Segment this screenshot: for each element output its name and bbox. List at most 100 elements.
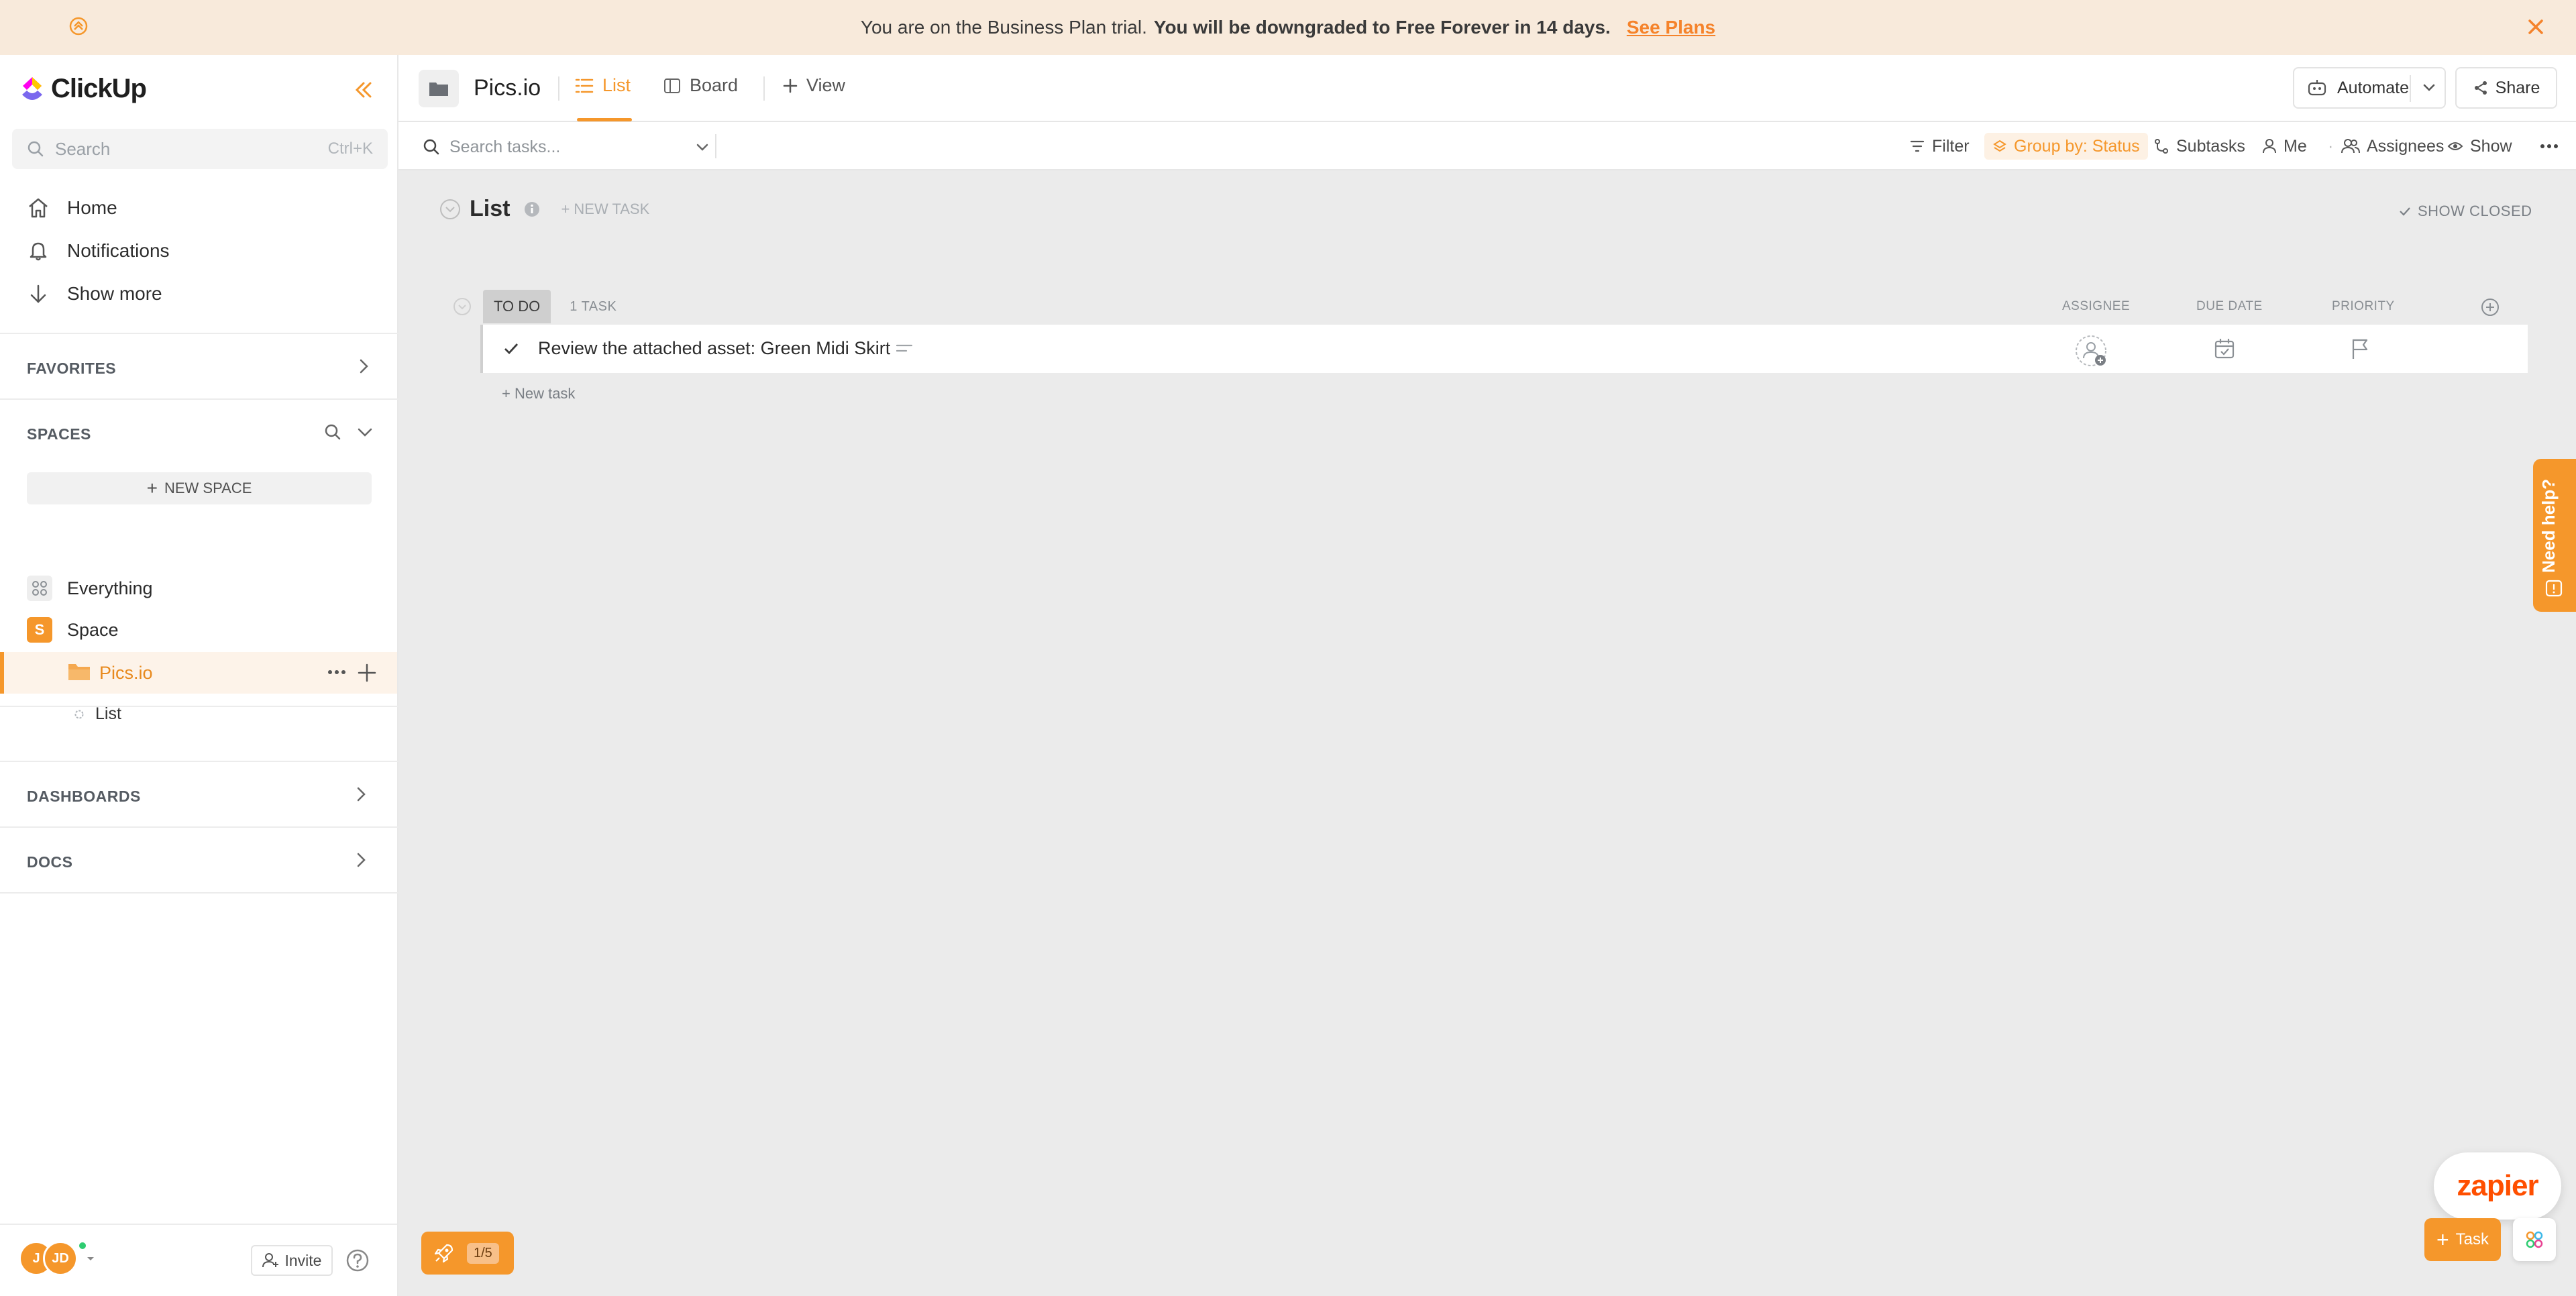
me-label: Me bbox=[2284, 136, 2307, 156]
nav-notifications[interactable]: Notifications bbox=[27, 240, 170, 262]
calendar-icon[interactable] bbox=[2212, 337, 2237, 361]
caret-down-icon bbox=[87, 1257, 94, 1260]
apps-button[interactable] bbox=[2513, 1218, 2556, 1261]
separator bbox=[558, 76, 559, 101]
chat-icon bbox=[2545, 580, 2563, 597]
chevron-down-icon[interactable] bbox=[694, 138, 711, 156]
status-group-header: TO DO 1 TASK bbox=[452, 290, 616, 323]
me-button[interactable]: Me bbox=[2262, 133, 2307, 160]
separator-dot: · bbox=[2328, 136, 2334, 156]
onboarding-progress-button[interactable]: 1/5 bbox=[421, 1232, 514, 1275]
trial-banner: You are on the Business Plan trial. You … bbox=[0, 0, 2576, 55]
chevron-down-icon[interactable] bbox=[354, 421, 376, 443]
add-icon[interactable] bbox=[356, 661, 378, 684]
clickup-logo[interactable]: ClickUp bbox=[19, 74, 147, 104]
chevron-right-icon[interactable] bbox=[350, 784, 372, 805]
filter-bar: Search tasks... Filter Group by: Status … bbox=[398, 122, 2576, 170]
logo-text: ClickUp bbox=[51, 74, 147, 103]
nav-show-more[interactable]: Show more bbox=[27, 283, 162, 305]
share-icon bbox=[2474, 81, 2487, 95]
collapse-circle-icon[interactable] bbox=[439, 198, 462, 221]
sidebar-item-everything[interactable]: Everything bbox=[27, 576, 153, 601]
active-tab-indicator bbox=[577, 118, 632, 121]
tab-board[interactable]: Board bbox=[663, 75, 738, 96]
add-column-icon[interactable] bbox=[2479, 296, 2501, 318]
dashboards-title[interactable]: DASHBOARDS bbox=[27, 788, 141, 806]
tab-list[interactable]: List bbox=[574, 75, 631, 96]
search-icon[interactable] bbox=[322, 421, 343, 443]
task-name[interactable]: Review the attached asset: Green Midi Sk… bbox=[538, 338, 890, 359]
top-bar: Pics.io List Board View Automate Share bbox=[398, 55, 2576, 122]
task-search-input[interactable]: Search tasks... bbox=[423, 134, 711, 160]
sidebar-search[interactable]: Search Ctrl+K bbox=[12, 129, 388, 169]
page-title: Pics.io bbox=[474, 75, 541, 101]
table-row[interactable]: Review the attached asset: Green Midi Sk… bbox=[480, 325, 2528, 373]
new-space-button[interactable]: + NEW SPACE bbox=[27, 472, 372, 504]
see-plans-link[interactable]: See Plans bbox=[1627, 17, 1715, 38]
more-options-icon[interactable] bbox=[325, 661, 349, 683]
list-icon bbox=[575, 78, 594, 93]
nav-notifications-label: Notifications bbox=[67, 240, 170, 261]
project-icon[interactable] bbox=[419, 70, 459, 107]
add-task-button[interactable]: + Task bbox=[2424, 1218, 2501, 1261]
flag-icon[interactable] bbox=[2349, 337, 2371, 361]
subtasks-icon bbox=[2155, 139, 2168, 154]
status-badge[interactable]: TO DO bbox=[483, 290, 551, 323]
group-by-button[interactable]: Group by: Status bbox=[1984, 133, 2148, 160]
automate-label: Automate bbox=[2337, 78, 2410, 97]
column-header-priority[interactable]: PRIORITY bbox=[2332, 299, 2395, 314]
plus-icon: + bbox=[2436, 1227, 2449, 1252]
sidebar-item-pics-io-folder[interactable]: Pics.io bbox=[0, 652, 397, 694]
description-icon bbox=[896, 344, 913, 352]
sidebar-item-list[interactable]: List bbox=[74, 704, 121, 724]
info-icon[interactable] bbox=[523, 201, 541, 218]
filter-button[interactable]: Filter bbox=[1909, 133, 1970, 160]
apps-grid-icon bbox=[2526, 1231, 2543, 1248]
column-header-assignee[interactable]: ASSIGNEE bbox=[2062, 299, 2130, 314]
sidebar-item-space[interactable]: S Space bbox=[27, 617, 119, 643]
automate-button[interactable]: Automate bbox=[2293, 67, 2446, 109]
chevron-down-icon[interactable] bbox=[2419, 78, 2439, 98]
add-assignee-icon[interactable] bbox=[2073, 333, 2109, 369]
search-icon bbox=[28, 141, 44, 157]
home-icon bbox=[29, 198, 48, 218]
plus-icon: + bbox=[146, 478, 158, 498]
list-label: List bbox=[95, 704, 121, 723]
show-closed-button[interactable]: SHOW CLOSED bbox=[2398, 203, 2532, 220]
add-user-icon bbox=[262, 1253, 278, 1268]
space-label: Space bbox=[67, 619, 119, 640]
more-options-icon[interactable] bbox=[2537, 136, 2561, 157]
show-button[interactable]: Show bbox=[2447, 133, 2512, 160]
add-task-label: Task bbox=[2455, 1230, 2489, 1248]
share-button[interactable]: Share bbox=[2455, 67, 2557, 109]
new-task-button[interactable]: + New task bbox=[502, 385, 575, 402]
docs-title[interactable]: DOCS bbox=[27, 853, 72, 871]
check-icon[interactable] bbox=[502, 339, 521, 358]
upgrade-icon[interactable] bbox=[68, 16, 89, 36]
invite-label: Invite bbox=[284, 1251, 322, 1269]
column-header-due-date[interactable]: DUE DATE bbox=[2196, 299, 2263, 314]
new-task-header-button[interactable]: + NEW TASK bbox=[561, 201, 649, 218]
sidebar-divider bbox=[0, 761, 398, 762]
need-help-tab[interactable]: Need help? bbox=[2533, 459, 2576, 612]
close-icon[interactable] bbox=[2524, 15, 2548, 39]
collapse-sidebar-icon[interactable] bbox=[352, 78, 376, 102]
subtasks-label: Subtasks bbox=[2176, 136, 2245, 156]
search-shortcut: Ctrl+K bbox=[327, 140, 373, 158]
user-avatars[interactable]: J JD bbox=[19, 1241, 97, 1276]
zapier-widget[interactable]: zapier bbox=[2434, 1152, 2561, 1220]
nav-home[interactable]: Home bbox=[27, 197, 117, 219]
chevron-right-icon[interactable] bbox=[350, 849, 372, 871]
invite-button[interactable]: Invite bbox=[251, 1245, 333, 1276]
check-icon bbox=[2400, 207, 2410, 216]
collapse-circle-icon[interactable] bbox=[452, 296, 472, 317]
favorites-title[interactable]: FAVORITES bbox=[27, 360, 116, 378]
help-icon[interactable] bbox=[345, 1248, 370, 1273]
search-icon bbox=[423, 139, 439, 155]
assignees-button[interactable]: Assignees bbox=[2341, 133, 2444, 160]
search-placeholder: Search bbox=[55, 138, 111, 159]
chevron-right-icon[interactable] bbox=[353, 356, 374, 377]
subtasks-button[interactable]: Subtasks bbox=[2153, 133, 2245, 160]
zapier-logo: zapier bbox=[2457, 1169, 2538, 1202]
add-view-button[interactable]: View bbox=[782, 75, 845, 96]
